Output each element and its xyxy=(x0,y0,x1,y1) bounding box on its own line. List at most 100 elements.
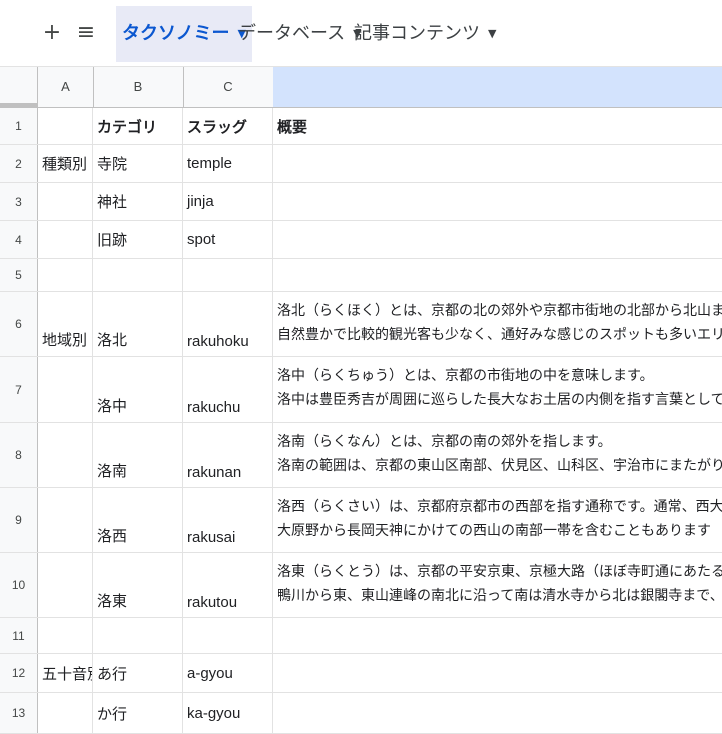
table-row: 1 カテゴリ スラッグ 概要 xyxy=(0,108,722,145)
cell-text-line: 大原野から長岡天神にかけての西山の南部一帯を含むこともあります xyxy=(277,522,711,538)
cell-a[interactable] xyxy=(38,553,93,617)
table-row: 7 洛中 rakuchu 洛中（らくちゅう）とは、京都の市街地の中を意味します。… xyxy=(0,357,722,423)
cell-c[interactable]: rakutou xyxy=(183,553,273,617)
row-number[interactable]: 11 xyxy=(0,618,38,653)
row-number[interactable]: 10 xyxy=(0,553,38,617)
select-all-corner[interactable] xyxy=(0,67,38,107)
cell-d[interactable]: 洛中（らくちゅう）とは、京都の市街地の中を意味します。 洛中は豊臣秀吉が周囲に巡… xyxy=(273,357,722,422)
cell-b[interactable] xyxy=(93,259,183,291)
cell-a[interactable] xyxy=(38,618,93,653)
tab-label: タクソノミー xyxy=(122,23,230,44)
cell-b[interactable]: 寺院 xyxy=(93,145,183,182)
cell-d[interactable] xyxy=(273,221,722,258)
table-row: 10 洛東 rakutou 洛東（らくとう）は、京都の平安京東、京極大路（ほぼ寺… xyxy=(0,553,722,618)
table-row: 12 五十音別 あ行 a-gyou xyxy=(0,654,722,693)
add-sheet-icon[interactable]: + xyxy=(38,18,66,48)
cell-c[interactable]: ka-gyou xyxy=(183,693,273,733)
cell-d[interactable]: 概要 xyxy=(273,108,722,144)
cell-a[interactable]: 種類別 xyxy=(38,145,93,182)
cell-c[interactable]: rakusai xyxy=(183,488,273,552)
cell-b[interactable]: 洛南 xyxy=(93,423,183,487)
table-row: 5 xyxy=(0,259,722,292)
row-number[interactable]: 1 xyxy=(0,108,38,144)
cell-b[interactable]: 旧跡 xyxy=(93,221,183,258)
row-number[interactable]: 2 xyxy=(0,145,38,182)
row-number[interactable]: 4 xyxy=(0,221,38,258)
cell-b[interactable]: カテゴリ xyxy=(93,108,183,144)
column-header-b[interactable]: B xyxy=(93,67,184,107)
row-number[interactable]: 8 xyxy=(0,423,38,487)
cell-c[interactable]: rakuhoku xyxy=(183,292,273,356)
cell-a[interactable]: 五十音別 xyxy=(38,654,93,692)
row-number[interactable]: 7 xyxy=(0,357,38,422)
cell-c[interactable]: jinja xyxy=(183,183,273,220)
row-number[interactable]: 9 xyxy=(0,488,38,552)
cell-a[interactable] xyxy=(38,357,93,422)
table-row: 11 xyxy=(0,618,722,654)
cell-a[interactable] xyxy=(38,221,93,258)
cell-text-line: 洛南の範囲は、京都の東山区南部、伏見区、山科区、宇治市にまたがります。 xyxy=(277,457,722,473)
cell-c[interactable]: rakuchu xyxy=(183,357,273,422)
cell-d[interactable]: 洛南（らくなん）とは、京都の南の郊外を指します。 洛南の範囲は、京都の東山区南部… xyxy=(273,423,722,487)
cell-b[interactable]: 洛北 xyxy=(93,292,183,356)
cell-text-line: 洛中（らくちゅう）とは、京都の市街地の中を意味します。 xyxy=(277,367,654,383)
cell-a[interactable] xyxy=(38,108,93,144)
cell-c[interactable]: スラッグ xyxy=(183,108,273,144)
cell-a[interactable] xyxy=(38,423,93,487)
tab-label: データベース xyxy=(238,23,346,44)
cell-c[interactable] xyxy=(183,259,273,291)
column-header-d[interactable] xyxy=(273,67,722,107)
table-row: 13 か行 ka-gyou xyxy=(0,693,722,734)
column-header-row: A B C xyxy=(0,67,722,108)
cell-a[interactable] xyxy=(38,259,93,291)
table-row: 2 種類別 寺院 temple xyxy=(0,145,722,183)
cell-text-line: 洛東（らくとう）は、京都の平安京東、京極大路（ほぼ寺町通にあたる）以東、また xyxy=(277,563,722,579)
cell-a[interactable]: 地域別 xyxy=(38,292,93,356)
cell-text-line: 洛北（らくほく）とは、京都の北の郊外や京都市街地の北部から北山までの一帯を指 xyxy=(277,302,722,318)
tab-label: 記事コンテンツ xyxy=(354,23,480,44)
row-number[interactable]: 12 xyxy=(0,654,38,692)
cell-text-line: 洛中は豊臣秀吉が周囲に巡らした長大なお土居の内側を指す言葉としても用いられて xyxy=(277,391,722,407)
cell-d[interactable] xyxy=(273,618,722,653)
cell-text-line: 洛西（らくさい）は、京都府京都市の西部を指す通称です。通常、西大路以西の鹿苑 xyxy=(277,498,722,514)
row-number[interactable]: 3 xyxy=(0,183,38,220)
cell-text-line: 自然豊かで比較的観光客も少なく、通好みな感じのスポットも多いエリアです。 xyxy=(277,326,722,342)
all-sheets-menu-icon[interactable]: ≡ xyxy=(72,18,100,48)
cell-d[interactable] xyxy=(273,183,722,220)
table-row: 6 地域別 洛北 rakuhoku 洛北（らくほく）とは、京都の北の郊外や京都市… xyxy=(0,292,722,357)
cell-c[interactable]: rakunan xyxy=(183,423,273,487)
cell-b[interactable] xyxy=(93,618,183,653)
cell-d[interactable]: 洛北（らくほく）とは、京都の北の郊外や京都市街地の北部から北山までの一帯を指 自… xyxy=(273,292,722,356)
row-number[interactable]: 13 xyxy=(0,693,38,733)
cell-d[interactable] xyxy=(273,693,722,733)
cell-d[interactable]: 洛西（らくさい）は、京都府京都市の西部を指す通称です。通常、西大路以西の鹿苑 大… xyxy=(273,488,722,552)
cell-d[interactable] xyxy=(273,654,722,692)
sheet-tab-bar: + ≡ タクソノミー ▼ データベース ▼ 記事コンテンツ ▼ xyxy=(0,0,722,67)
cell-c[interactable] xyxy=(183,618,273,653)
table-row: 8 洛南 rakunan 洛南（らくなん）とは、京都の南の郊外を指します。 洛南… xyxy=(0,423,722,488)
cell-c[interactable]: spot xyxy=(183,221,273,258)
cell-b[interactable]: 洛東 xyxy=(93,553,183,617)
cell-c[interactable]: temple xyxy=(183,145,273,182)
column-header-c[interactable]: C xyxy=(183,67,274,107)
cell-b[interactable]: あ行 xyxy=(93,654,183,692)
cell-d[interactable] xyxy=(273,259,722,291)
cell-a[interactable] xyxy=(38,183,93,220)
cell-b[interactable]: 神社 xyxy=(93,183,183,220)
cell-d[interactable]: 洛東（らくとう）は、京都の平安京東、京極大路（ほぼ寺町通にあたる）以東、また 鴨… xyxy=(273,553,722,617)
column-header-a[interactable]: A xyxy=(38,67,94,107)
tab-article-content[interactable]: 記事コンテンツ ▼ xyxy=(348,6,502,62)
cell-b[interactable]: 洛中 xyxy=(93,357,183,422)
cell-d[interactable] xyxy=(273,145,722,182)
cell-a[interactable] xyxy=(38,488,93,552)
cell-text-line: 鴨川から東、東山連峰の南北に沿って南は清水寺から北は銀閣寺まで、有名社寺が目 xyxy=(277,587,722,603)
cell-c[interactable]: a-gyou xyxy=(183,654,273,692)
cell-b[interactable]: か行 xyxy=(93,693,183,733)
cell-b[interactable]: 洛西 xyxy=(93,488,183,552)
table-row: 4 旧跡 spot xyxy=(0,221,722,259)
cell-a[interactable] xyxy=(38,693,93,733)
row-number[interactable]: 6 xyxy=(0,292,38,356)
chevron-down-icon[interactable]: ▼ xyxy=(488,6,496,62)
row-number[interactable]: 5 xyxy=(0,259,38,291)
table-row: 9 洛西 rakusai 洛西（らくさい）は、京都府京都市の西部を指す通称です。… xyxy=(0,488,722,553)
